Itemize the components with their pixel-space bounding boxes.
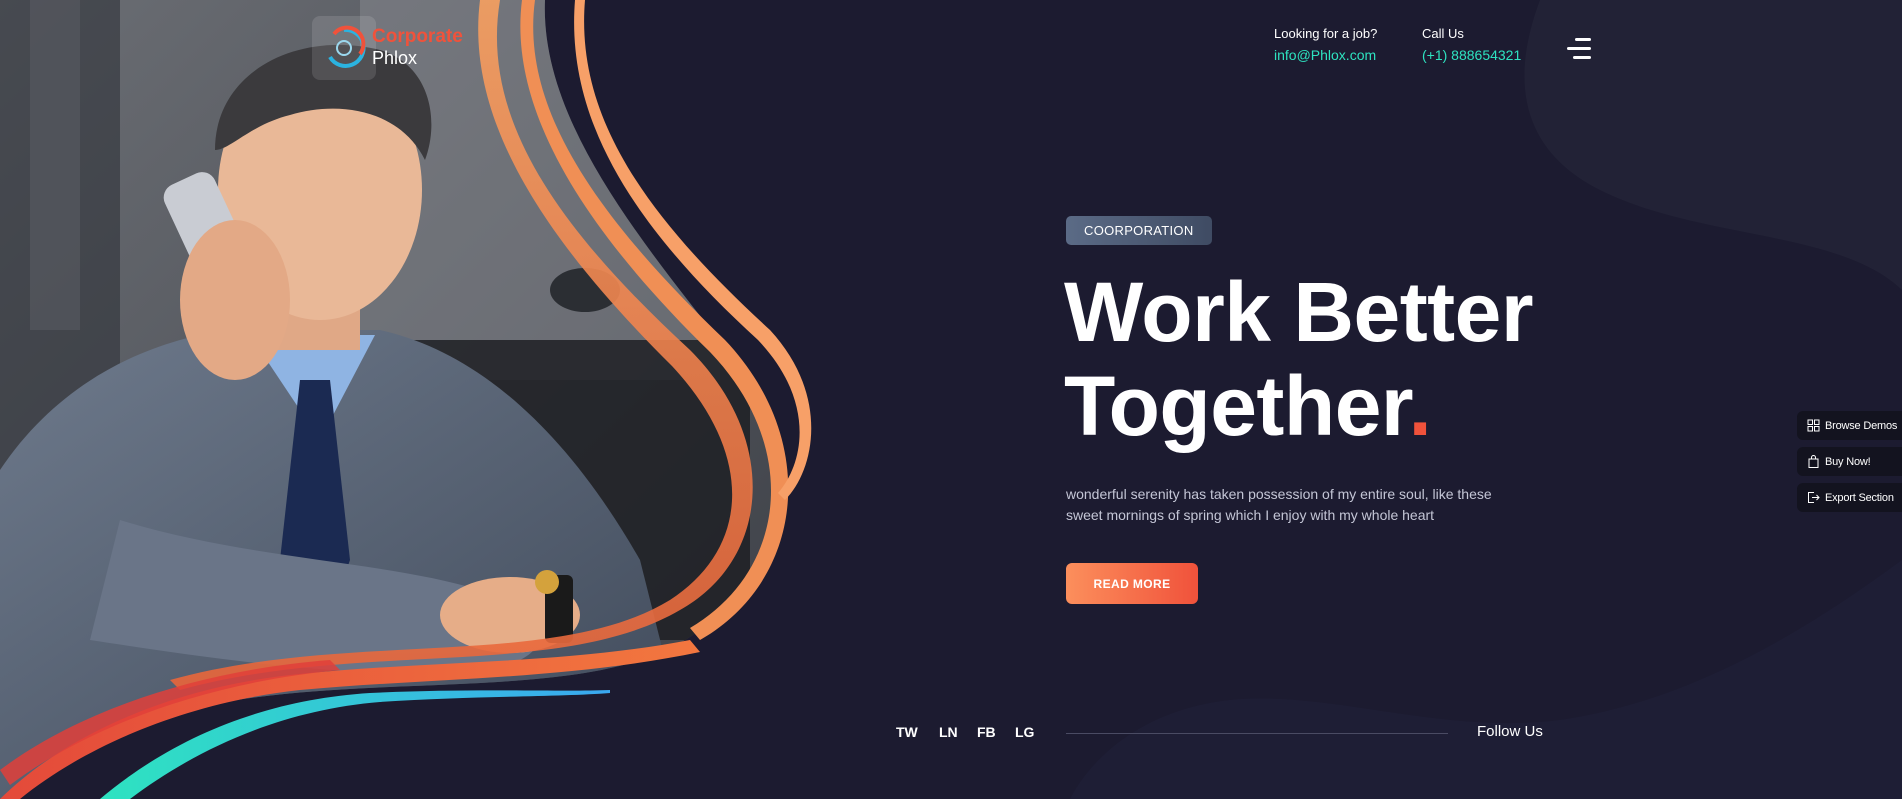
call-contact: Call Us (+1) 888654321 bbox=[1422, 26, 1521, 63]
buy-now-label: Buy Now! bbox=[1825, 455, 1871, 468]
facebook-link[interactable]: FB bbox=[977, 724, 996, 740]
follow-us-label: Follow Us bbox=[1477, 723, 1543, 740]
logo-mark-icon bbox=[312, 16, 376, 80]
hamburger-menu-icon[interactable] bbox=[1565, 38, 1591, 60]
job-contact-label: Looking for a job? bbox=[1274, 26, 1378, 41]
landing-page: Corporate Phlox Looking for a job? info@… bbox=[0, 0, 1902, 799]
browse-demos-label: Browse Demos bbox=[1825, 419, 1898, 432]
lg-social-link[interactable]: LG bbox=[1015, 724, 1034, 740]
export-section-label: Export Section bbox=[1825, 491, 1894, 504]
job-contact: Looking for a job? info@Phlox.com bbox=[1274, 26, 1377, 63]
twitter-link[interactable]: TW bbox=[896, 724, 918, 740]
hero-headline: Work Better Together. bbox=[1064, 265, 1534, 453]
job-email-link[interactable]: info@Phlox.com bbox=[1274, 47, 1377, 63]
linkedin-link[interactable]: LN bbox=[939, 724, 958, 740]
brand-name-line2: Phlox bbox=[372, 48, 418, 69]
category-tag: COORPORATION bbox=[1066, 216, 1212, 245]
headline-line2: Together bbox=[1064, 359, 1409, 453]
buy-now-button[interactable]: Buy Now! bbox=[1797, 447, 1902, 476]
brand-logo[interactable]: Corporate Phlox bbox=[312, 16, 463, 80]
brand-name-line1: Corporate bbox=[372, 26, 463, 48]
phone-link[interactable]: (+1) 888654321 bbox=[1422, 47, 1521, 63]
headline-line1: Work Better bbox=[1064, 265, 1534, 359]
bag-icon bbox=[1808, 455, 1819, 468]
hero-photo bbox=[0, 0, 812, 799]
grid-icon bbox=[1807, 419, 1820, 432]
export-icon bbox=[1808, 492, 1820, 503]
hero-description: wonderful serenity has taken possession … bbox=[1066, 486, 1492, 523]
browse-demos-button[interactable]: Browse Demos bbox=[1797, 411, 1902, 440]
follow-divider bbox=[1066, 733, 1448, 734]
headline-accent-dot: . bbox=[1408, 359, 1432, 453]
call-contact-label: Call Us bbox=[1422, 26, 1464, 41]
read-more-button[interactable]: READ MORE bbox=[1066, 563, 1198, 604]
export-section-button[interactable]: Export Section bbox=[1797, 483, 1902, 512]
